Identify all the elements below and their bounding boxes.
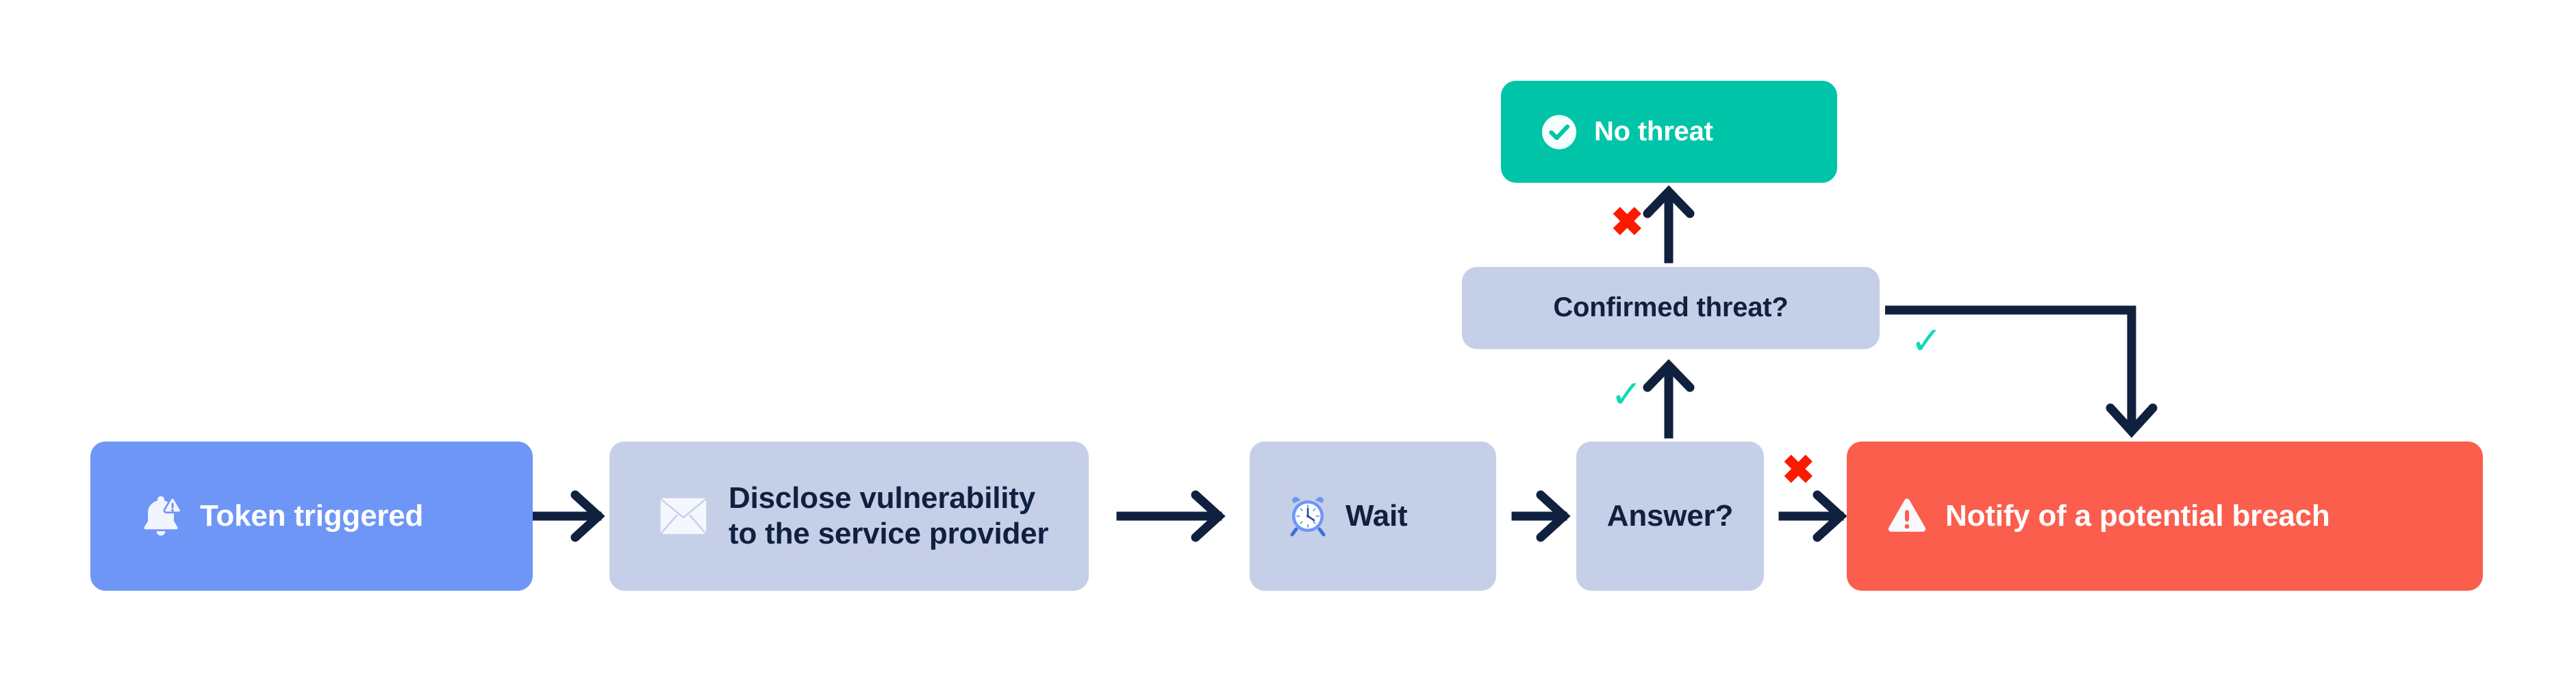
edge-token-to-disclose xyxy=(531,490,605,542)
check-circle-icon xyxy=(1541,114,1578,151)
node-disclose-vulnerability[interactable]: Disclose vulnerability to the service pr… xyxy=(609,442,1089,591)
decision-mark-yes-to-notify: ✓ xyxy=(1910,319,1943,362)
node-wait[interactable]: Wait xyxy=(1250,442,1496,591)
node-answer-decision[interactable]: Answer? xyxy=(1576,442,1764,591)
edge-disclose-to-wait xyxy=(1116,490,1226,542)
node-token-triggered[interactable]: Token triggered xyxy=(90,442,533,591)
node-label: Wait xyxy=(1346,499,1408,533)
envelope-icon xyxy=(659,496,708,536)
edge-confirm-to-nothreat xyxy=(1643,185,1695,264)
node-notify-potential-breach[interactable]: Notify of a potential breach xyxy=(1847,442,2483,591)
node-label: No threat xyxy=(1594,116,1713,146)
node-label: Notify of a potential breach xyxy=(1945,499,2330,533)
edge-answer-to-confirm xyxy=(1643,359,1695,439)
node-label: Token triggered xyxy=(200,499,424,533)
node-label: Confirmed threat? xyxy=(1553,292,1789,323)
edge-answer-to-notify xyxy=(1778,490,1847,542)
decision-mark-yes-to-confirm: ✓ xyxy=(1611,372,1643,416)
warning-triangle-icon xyxy=(1886,497,1928,535)
flowchart-canvas: ✖ ✓ ✖ ✓ Token triggered Disclose vulnera… xyxy=(0,0,2576,677)
node-label: Disclose vulnerability to the service pr… xyxy=(729,481,1049,550)
alarm-clock-icon xyxy=(1287,495,1329,537)
decision-mark-no-to-nothreat: ✖ xyxy=(1611,200,1644,244)
node-no-threat[interactable]: No threat xyxy=(1501,81,1837,183)
decision-mark-no-to-notify: ✖ xyxy=(1782,448,1815,492)
bell-alert-icon xyxy=(140,492,182,540)
node-confirmed-threat-decision[interactable]: Confirmed threat? xyxy=(1462,267,1880,349)
node-label: Answer? xyxy=(1606,499,1734,533)
edge-wait-to-answer xyxy=(1511,490,1571,542)
